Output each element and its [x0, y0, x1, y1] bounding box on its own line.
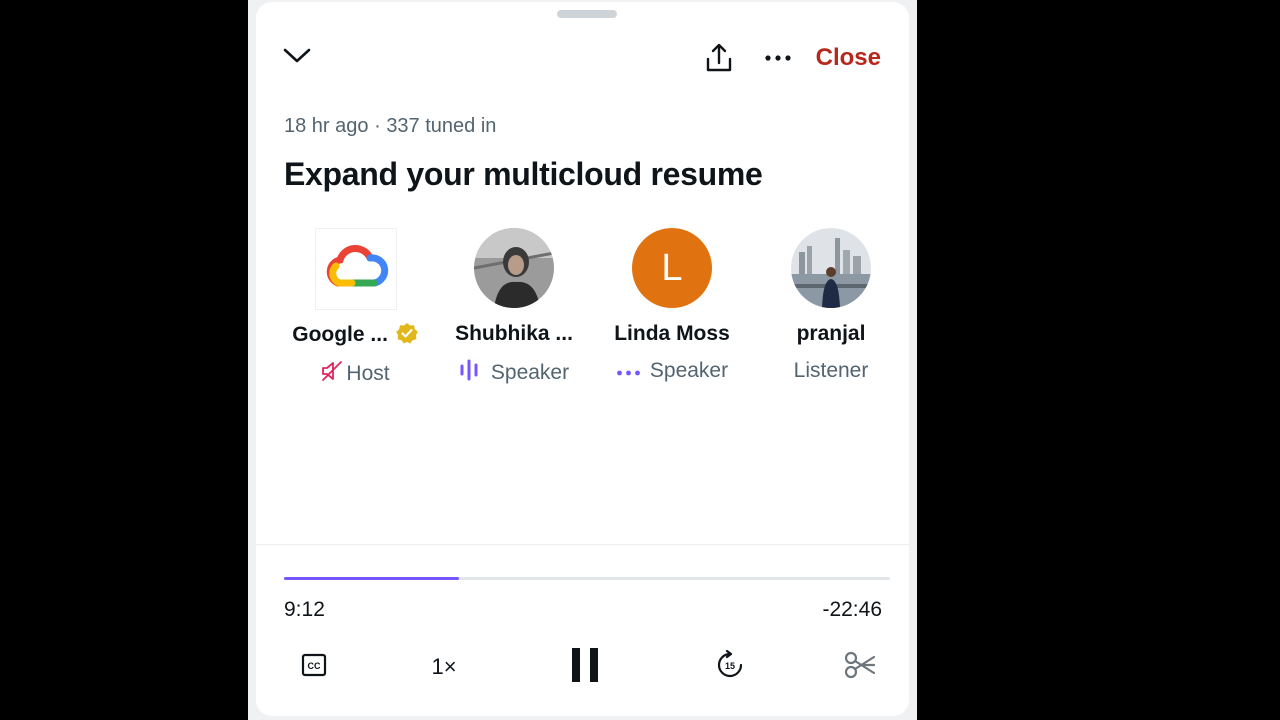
meta-separator: ·	[374, 115, 381, 137]
participant-role-text: Listener	[793, 359, 869, 382]
participant-name: Shubhika ...	[455, 322, 573, 345]
progress-fill	[284, 577, 459, 580]
tuned-in-count: 337 tuned in	[386, 115, 497, 137]
svg-text:CC: CC	[308, 661, 321, 671]
participant-role-text: Host	[346, 362, 390, 385]
space-meta: 18 hr ago · 337 tuned in	[284, 115, 496, 138]
time-ago: 18 hr ago	[284, 115, 369, 137]
avatar: L	[632, 228, 712, 308]
close-button[interactable]: Close	[816, 44, 881, 72]
mic-muted-icon	[320, 359, 344, 389]
participant-role-text: Speaker	[649, 359, 729, 382]
captions-button[interactable]: CC	[296, 645, 332, 689]
skip-forward-15-icon: 15	[715, 649, 745, 685]
participant-host[interactable]: Google ... Host	[280, 228, 430, 388]
participant-name: Linda Moss	[614, 322, 730, 345]
remaining-time: -22:46	[822, 598, 882, 621]
participant-role-text: Speaker	[490, 361, 570, 384]
participant-role: Host	[280, 359, 430, 389]
collapse-chevron-icon[interactable]	[280, 38, 314, 74]
drag-handle[interactable]	[557, 10, 617, 18]
participant-listener[interactable]: pranjal Listener	[756, 228, 906, 388]
space-sheet: Close 18 hr ago · 337 tuned in Expand yo…	[256, 2, 909, 716]
captions-icon: CC	[301, 653, 327, 682]
progress-track[interactable]	[284, 577, 890, 580]
clip-button[interactable]	[842, 645, 878, 689]
participant-speaker-2[interactable]: L Linda Moss Speaker	[597, 228, 747, 388]
participant-role: Listener	[756, 359, 906, 383]
elapsed-time: 9:12	[284, 598, 325, 621]
participant-role: Speaker	[439, 359, 589, 387]
participant-role: Speaker	[597, 359, 747, 383]
participant-name: Google ...	[280, 322, 430, 350]
participant-name-text: Google ...	[292, 323, 388, 346]
space-title: Expand your multicloud resume	[284, 156, 763, 192]
svg-text:15: 15	[725, 661, 735, 671]
scissors-icon	[844, 651, 876, 684]
skip-forward-15-button[interactable]: 15	[712, 645, 748, 689]
phone-frame: Close 18 hr ago · 337 tuned in Expand yo…	[248, 0, 917, 720]
playback-speed-label: 1×	[431, 654, 457, 679]
playback-speed-button[interactable]: 1×	[422, 645, 466, 689]
pause-icon	[570, 647, 600, 687]
more-options-icon[interactable]	[761, 42, 795, 74]
google-cloud-logo-icon	[315, 228, 397, 310]
verified-badge-icon	[395, 322, 418, 350]
participant-list: Google ... Host Shubhika ... Speaker L L…	[280, 228, 880, 398]
avatar	[474, 228, 554, 308]
avatar-letter: L	[661, 246, 683, 289]
dots-icon	[616, 359, 642, 383]
speaking-waveform-icon	[459, 359, 483, 387]
participant-name: pranjal	[796, 322, 866, 345]
playback-bar: 9:12 -22:46 CC 1× 15	[256, 544, 909, 716]
participant-speaker-1[interactable]: Shubhika ... Speaker	[439, 228, 589, 388]
pause-button[interactable]	[567, 645, 603, 689]
share-icon[interactable]	[702, 40, 736, 76]
avatar	[791, 228, 871, 308]
